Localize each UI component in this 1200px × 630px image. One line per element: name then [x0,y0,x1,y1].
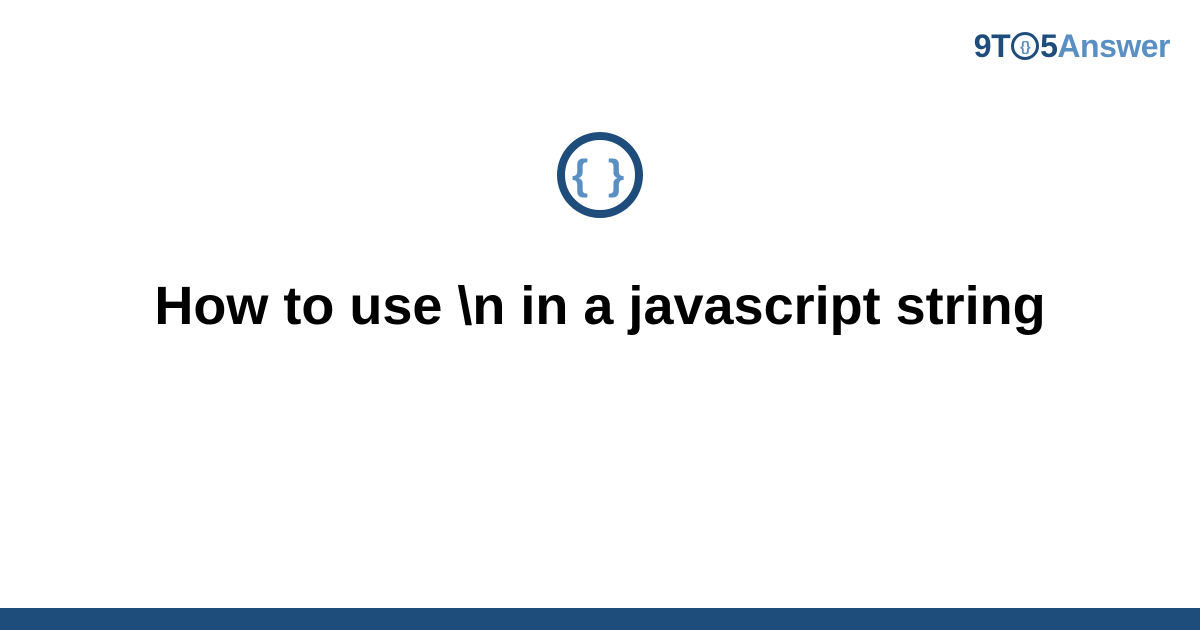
logo-text-answer: Answer [1057,28,1170,65]
logo-o-inner-glyph: {} [1020,38,1030,54]
braces-glyph: { } [572,151,628,199]
logo-text-5: 5 [1040,28,1057,65]
logo-text-9t: 9T [974,28,1010,65]
question-title: How to use \n in a javascript string [0,275,1200,337]
brand-logo: 9T {} 5 Answer [974,28,1170,65]
footer-bar [0,608,1200,630]
logo-o-circle: {} [1011,32,1039,60]
code-braces-icon: { } [557,132,643,218]
